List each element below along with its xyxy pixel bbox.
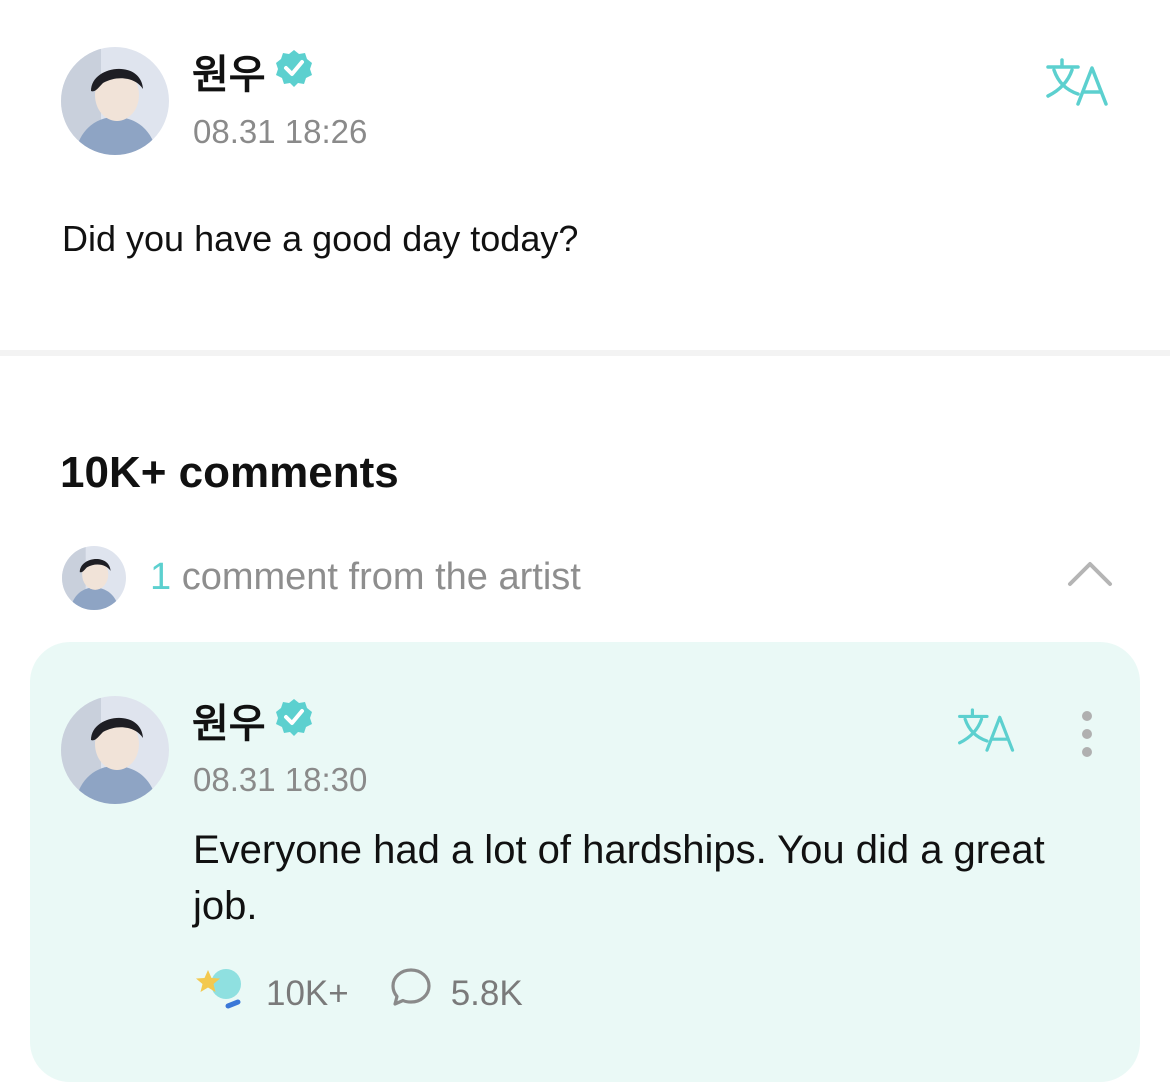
reply-button[interactable]: 5.8K xyxy=(389,966,523,1021)
reply-count: 5.8K xyxy=(450,973,523,1013)
comment-body-text: Everyone had a lot of hardships. You did… xyxy=(193,828,1045,928)
comment-author-avatar[interactable] xyxy=(61,696,169,804)
comment-actions: 10K+ 5.8K xyxy=(194,964,523,1023)
artist-comments-toggle[interactable]: 1 comment from the artist xyxy=(150,554,581,600)
artist-comment-label: comment from the artist xyxy=(181,556,581,598)
artist-comment-count: 1 xyxy=(150,556,172,598)
comment-translate-icon[interactable] xyxy=(956,708,1018,759)
comment-author-name[interactable]: 원우 xyxy=(192,697,314,750)
post-author-name[interactable]: 원우 xyxy=(192,48,314,101)
comment-timestamp: 08.31 18:30 xyxy=(193,761,368,798)
post-author-avatar[interactable] xyxy=(61,47,169,155)
post-timestamp: 08.31 18:26 xyxy=(193,113,368,150)
chevron-up-icon[interactable] xyxy=(1066,558,1114,593)
more-options-icon[interactable] xyxy=(1076,710,1098,765)
section-divider xyxy=(0,350,1170,356)
post-author-name-text: 원우 xyxy=(192,51,266,98)
verified-badge-icon xyxy=(274,697,314,750)
translate-icon[interactable] xyxy=(1044,58,1112,113)
post-body-text: Did you have a good day today? xyxy=(62,218,579,259)
speech-bubble-icon xyxy=(389,966,433,1021)
artist-summary-avatar xyxy=(62,546,126,610)
like-button[interactable]: 10K+ xyxy=(194,964,349,1023)
comments-count-heading: 10K+ comments xyxy=(60,448,399,497)
verified-badge-icon xyxy=(274,48,314,101)
comment-author-name-text: 원우 xyxy=(192,700,266,747)
like-count: 10K+ xyxy=(266,973,349,1013)
star-bulb-icon xyxy=(194,964,246,1023)
